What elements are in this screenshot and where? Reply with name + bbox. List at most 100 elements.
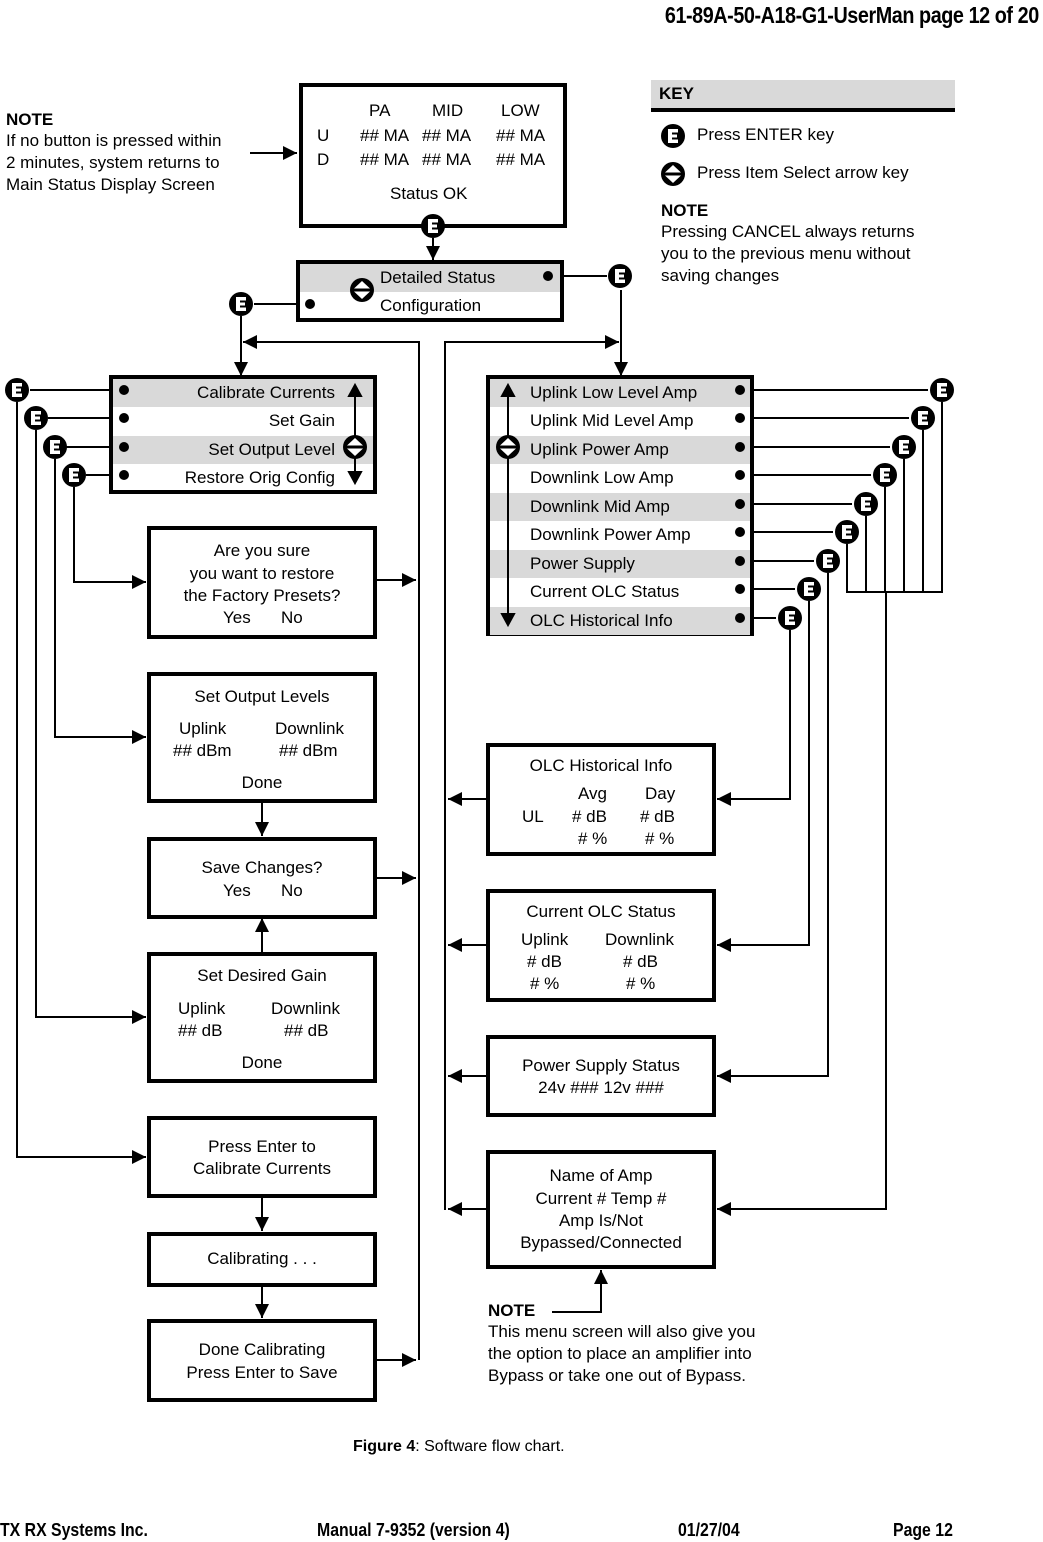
figure-caption: Figure 4: Software flow chart. bbox=[353, 1438, 565, 1456]
menu-item-set-gain[interactable]: Set Gain bbox=[113, 407, 373, 435]
no-option[interactable]: No bbox=[281, 607, 303, 629]
screen-line[interactable]: Bypassed/Connected bbox=[490, 1232, 712, 1254]
footer-company: TX RX Systems Inc. bbox=[0, 1520, 148, 1540]
detail-menu-screen: Uplink Low Level Amp Uplink Mid Level Am… bbox=[486, 375, 754, 636]
enter-key-icon bbox=[43, 435, 67, 459]
menu-item-label: Set Gain bbox=[268, 411, 335, 430]
menu-item-restore-orig-config[interactable]: Restore Orig Config bbox=[113, 464, 373, 492]
downlink-value[interactable]: ## dB bbox=[284, 1020, 328, 1042]
figure-text: : Software flow chart. bbox=[415, 1438, 565, 1455]
menu-item-uplink-mid-level-amp[interactable]: Uplink Mid Level Amp bbox=[490, 407, 750, 435]
value: # % bbox=[530, 974, 560, 993]
value: # dB bbox=[572, 807, 607, 826]
set-output-levels-screen: Set Output Levels Uplink Downlink ## dBm… bbox=[147, 672, 377, 803]
enter-key-icon bbox=[873, 463, 897, 487]
enter-key-icon bbox=[892, 435, 916, 459]
note-line: Pressing CANCEL always returns bbox=[661, 222, 915, 241]
screen-line: 24v ### 12v ### bbox=[538, 1078, 664, 1097]
menu-item-label: OLC Historical Info bbox=[530, 611, 673, 630]
done-option[interactable]: Done bbox=[151, 1052, 373, 1074]
menu-item-label: Configuration bbox=[380, 296, 482, 315]
value: # dB bbox=[527, 952, 562, 971]
key-legend: KEY Press ENTER key Press Item Select ar… bbox=[651, 80, 955, 285]
enter-key-icon bbox=[930, 378, 954, 402]
menu-item-label: Detailed Status bbox=[380, 268, 496, 287]
col-label: Uplink bbox=[178, 999, 226, 1018]
col-label: Day bbox=[645, 784, 676, 803]
menu-item-label: Power Supply bbox=[530, 554, 635, 573]
menu-item-label: Downlink Power Amp bbox=[530, 525, 691, 544]
screen-line: Press Enter to bbox=[208, 1137, 316, 1156]
menu-item-detailed-status[interactable]: Detailed Status bbox=[300, 264, 560, 292]
value: ## MA bbox=[360, 126, 410, 145]
menu-item-downlink-mid-amp[interactable]: Downlink Mid Amp bbox=[490, 493, 750, 521]
no-option[interactable]: No bbox=[281, 880, 303, 902]
screen-line: Amp Is/Not bbox=[558, 1211, 644, 1230]
power-supply-status-screen: Power Supply Status 24v ### 12v ### bbox=[486, 1035, 716, 1117]
col-label: Downlink bbox=[271, 999, 340, 1018]
screen-title: Set Output Levels bbox=[194, 687, 330, 706]
save-changes-screen: Save Changes? Yes No bbox=[147, 837, 377, 919]
enter-key-icon bbox=[778, 606, 802, 630]
value: # % bbox=[626, 974, 656, 993]
timeout-note: NOTE If no button is pressed within 2 mi… bbox=[6, 110, 221, 196]
done-option[interactable]: Done bbox=[151, 772, 373, 794]
row-label-d: D bbox=[317, 150, 330, 169]
uplink-value[interactable]: ## dB bbox=[178, 1020, 222, 1042]
menu-item-label: Set Output Level bbox=[208, 440, 335, 459]
menu-item-current-olc-status[interactable]: Current OLC Status bbox=[490, 578, 750, 606]
enter-key-icon bbox=[661, 124, 685, 148]
value: ## MA bbox=[360, 150, 410, 169]
menu-item-uplink-low-level-amp[interactable]: Uplink Low Level Amp bbox=[490, 379, 750, 407]
menu-item-calibrate-currents[interactable]: Calibrate Currents bbox=[113, 379, 373, 407]
note-title: NOTE bbox=[6, 110, 54, 129]
menu-item-configuration[interactable]: Configuration bbox=[300, 292, 560, 320]
press-enter-calibrate-screen: Press Enter to Calibrate Currents bbox=[147, 1116, 377, 1198]
col-header-mid: MID bbox=[432, 101, 464, 120]
value: # % bbox=[578, 829, 608, 848]
yes-option[interactable]: Yes bbox=[223, 607, 251, 629]
menu-item-downlink-power-amp[interactable]: Downlink Power Amp bbox=[490, 521, 750, 549]
screen-line: Are you sure bbox=[213, 541, 311, 560]
footer-page: Page 12 bbox=[893, 1520, 953, 1540]
value: # dB bbox=[640, 807, 675, 826]
value: ## MA bbox=[496, 126, 546, 145]
screen-line: you want to restore bbox=[189, 564, 335, 583]
key-select-label: Press Item Select arrow key bbox=[697, 163, 909, 182]
status-text: Status OK bbox=[390, 184, 468, 203]
set-desired-gain-screen: Set Desired Gain Uplink Downlink ## dB #… bbox=[147, 952, 377, 1083]
enter-key-icon bbox=[24, 406, 48, 430]
col-label: Downlink bbox=[275, 719, 344, 738]
menu-item-power-supply[interactable]: Power Supply bbox=[490, 550, 750, 578]
screen-line: the Factory Presets? bbox=[183, 586, 341, 605]
value: ## MA bbox=[422, 150, 472, 169]
item-select-arrow-icon bbox=[661, 162, 685, 186]
col-header-low: LOW bbox=[501, 101, 540, 120]
menu-item-label: Downlink Low Amp bbox=[530, 468, 674, 487]
note-line: saving changes bbox=[661, 266, 780, 285]
olc-historical-info-screen: OLC Historical Info Avg Day UL # dB # dB… bbox=[486, 743, 716, 856]
yes-option[interactable]: Yes bbox=[223, 880, 251, 902]
enter-key-icon bbox=[816, 549, 840, 573]
menu-item-downlink-low-amp[interactable]: Downlink Low Amp bbox=[490, 464, 750, 492]
menu-item-uplink-power-amp[interactable]: Uplink Power Amp bbox=[490, 436, 750, 464]
screen-title: OLC Historical Info bbox=[529, 756, 673, 775]
uplink-value[interactable]: ## dBm bbox=[173, 740, 232, 762]
screen-line: Done Calibrating bbox=[198, 1340, 326, 1359]
menu-item-label: Restore Orig Config bbox=[184, 468, 335, 487]
menu-item-label: Uplink Low Level Amp bbox=[530, 383, 698, 402]
menu-item-label: Downlink Mid Amp bbox=[530, 497, 670, 516]
note-line: you to the previous menu without bbox=[661, 244, 911, 263]
current-olc-status-screen: Current OLC Status Uplink Downlink # dB … bbox=[486, 889, 716, 1002]
screen-title: Save Changes? bbox=[201, 858, 323, 877]
menu-item-olc-historical-info[interactable]: OLC Historical Info bbox=[490, 607, 750, 635]
downlink-value[interactable]: ## dBm bbox=[279, 740, 338, 762]
value: # % bbox=[645, 829, 675, 848]
note-title: NOTE bbox=[661, 201, 709, 220]
enter-key-icon bbox=[608, 264, 632, 288]
value: ## MA bbox=[496, 150, 546, 169]
screen-line: Current # Temp # bbox=[535, 1189, 667, 1208]
screen-title: Power Supply Status bbox=[522, 1056, 680, 1075]
menu-item-set-output-level[interactable]: Set Output Level bbox=[113, 436, 373, 464]
row-label: UL bbox=[522, 807, 544, 826]
